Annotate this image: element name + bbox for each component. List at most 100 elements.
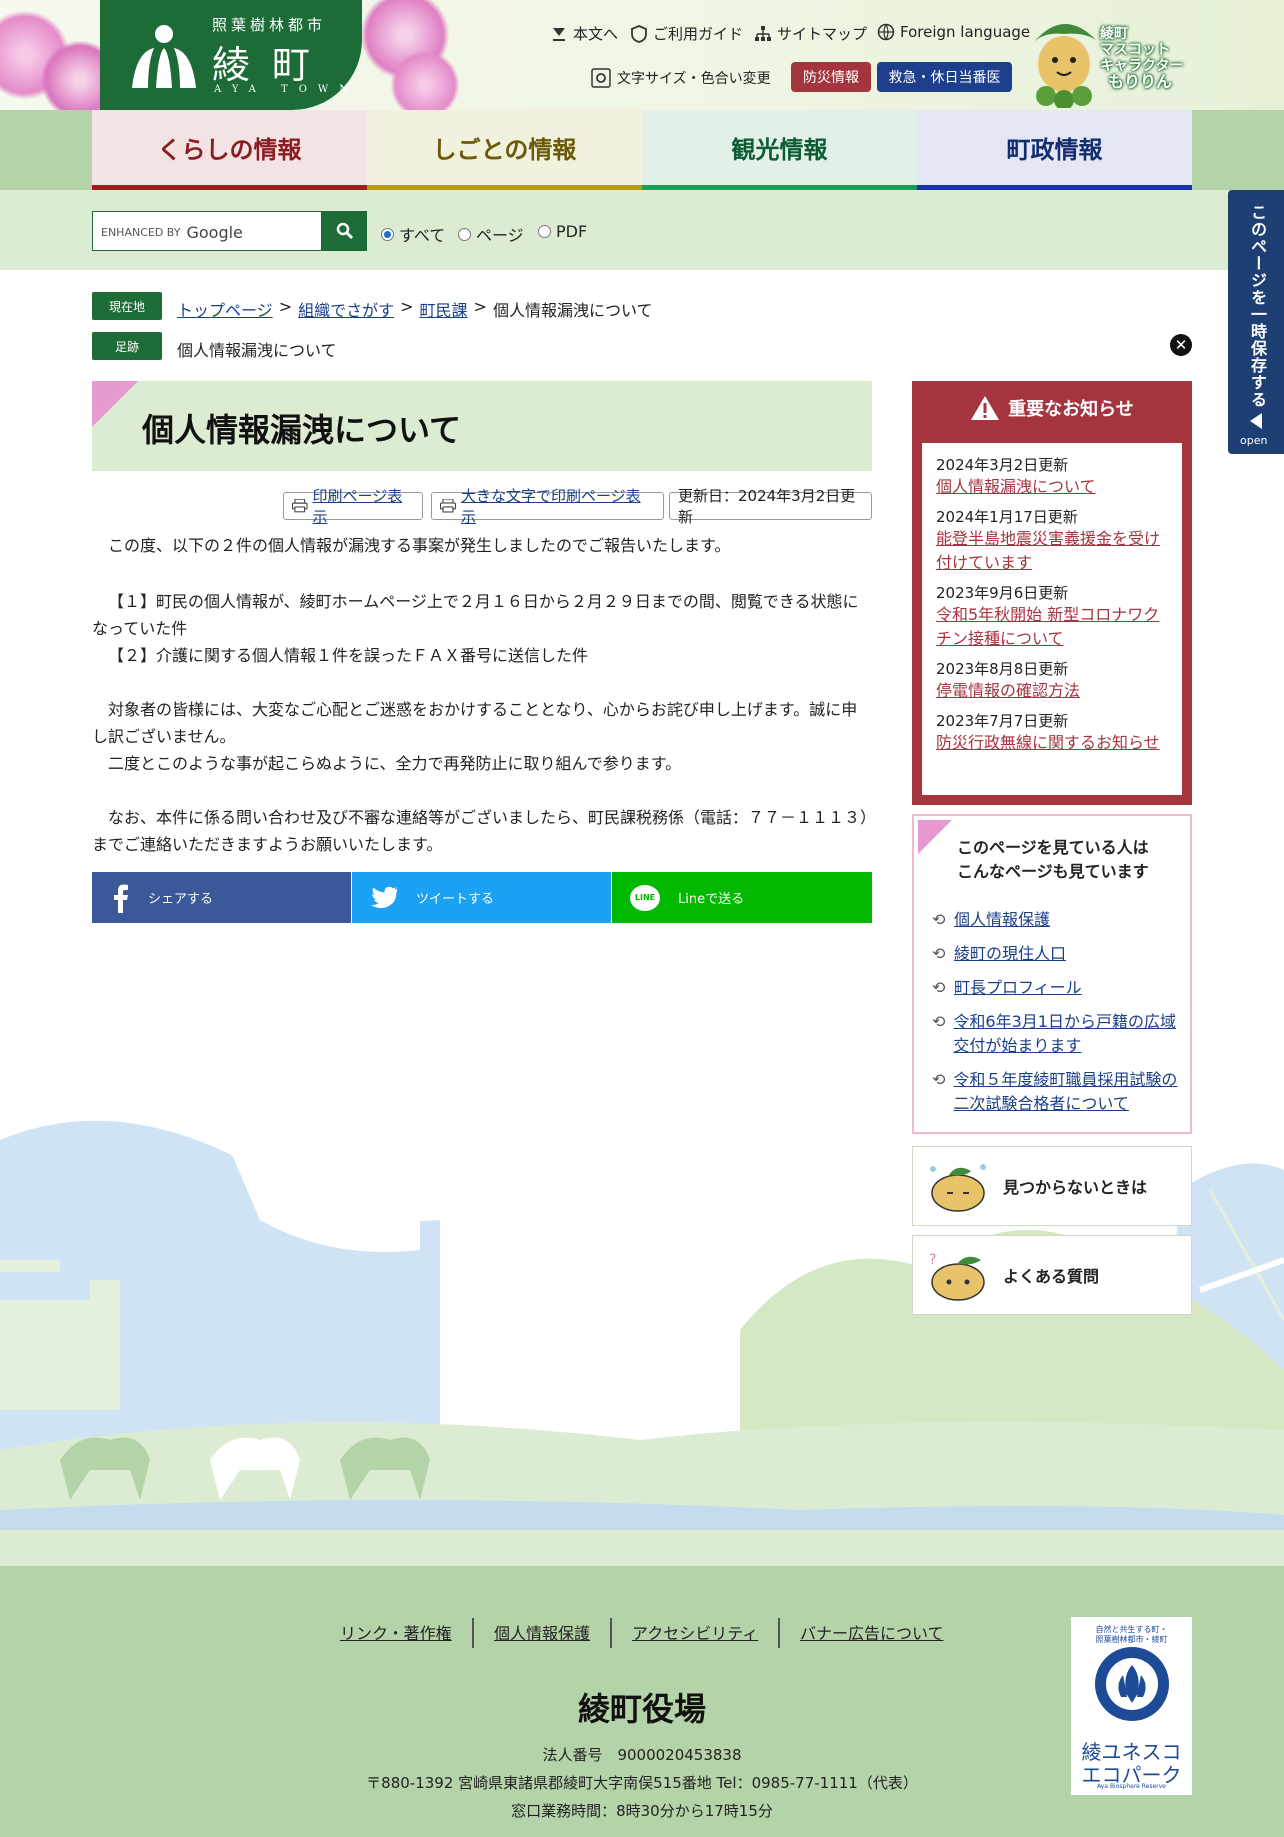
close-trail-button[interactable]: ✕ (1170, 334, 1192, 356)
sitemap-icon (755, 25, 771, 41)
aya-unesco-eco-park-banner[interactable]: 自然と共生する町・ 照葉樹林都市・綾町 綾ユネスコ エコパーク Aya Bios… (1071, 1617, 1192, 1795)
search-area: ENHANCED BY Google すべて ページ PDF (0, 190, 1284, 270)
also-viewed-link[interactable]: 令和6年3月1日から戸籍の広域交付が始まります (953, 1010, 1182, 1058)
breadcrumb-current: 個人情報漏洩について (492, 301, 653, 320)
search-scope-page-radio[interactable]: ページ (458, 222, 524, 246)
logo-english-name: AYA TOWN (214, 84, 359, 95)
close-icon: ✕ (1174, 335, 1188, 354)
print-page-button[interactable]: 印刷ページ表示 (283, 487, 423, 526)
mascot-moririn-icon[interactable] (1024, 12, 1104, 108)
eco-park-emblem-icon (1095, 1647, 1169, 1721)
search-input[interactable]: ENHANCED BY Google (92, 211, 322, 251)
radio-unchecked-icon (458, 227, 471, 241)
usage-guide-link[interactable]: ご利用ガイド (630, 23, 743, 44)
twitter-share-button[interactable]: ツイートする (352, 872, 611, 923)
also-viewed-corner-decoration (918, 820, 952, 854)
foreign-language-link[interactable]: Foreign language (877, 23, 1030, 41)
faq-label: よくある質問 (1003, 1267, 1100, 1286)
footer-link[interactable]: バナー広告について (800, 1620, 944, 1644)
sitemap-link[interactable]: サイトマップ (754, 23, 867, 44)
shield-icon (631, 24, 647, 43)
refresh-icon: ⟲ (932, 944, 946, 963)
nav-tab-tourism[interactable]: 観光情報 (642, 110, 917, 190)
refresh-icon: ⟲ (932, 910, 946, 929)
breadcrumb-link[interactable]: 町民課 (420, 297, 468, 321)
notice-link[interactable]: 令和5年秋開始 新型コロナワクチン接種について (936, 603, 1168, 651)
print-large-button[interactable]: 大きな文字で印刷ページ表示 (431, 487, 664, 526)
notice-link[interactable]: 防災行政無線に関するお知らせ (936, 731, 1168, 755)
save-page-label: このページを一時保存する (1248, 204, 1267, 408)
faq-button[interactable]: ? よくある質問 (912, 1235, 1192, 1315)
search-scope-pdf-radio[interactable]: PDF (538, 222, 587, 241)
search-scope-pdf-label: PDF (556, 222, 588, 241)
notice-date: 2024年3月2日更新 (936, 456, 1069, 474)
refresh-icon: ⟲ (932, 1012, 946, 1031)
trail-item[interactable]: 個人情報漏洩について (177, 337, 337, 361)
disaster-info-button[interactable]: 防災情報 (791, 62, 871, 92)
search-button[interactable] (322, 211, 367, 251)
also-viewed-title: このページを見ている人は こんなページも見ています (957, 838, 1149, 881)
updated-date: 更新日：2024年3月2日更新 (669, 487, 872, 526)
notice-title: 重要なお知らせ (1008, 399, 1134, 420)
print-page-link[interactable]: 印刷ページ表示 (313, 485, 414, 527)
printer-icon (292, 499, 308, 513)
logo-town-name[interactable]: 綾町 (212, 34, 332, 89)
also-viewed-item: ⟲ 令和6年3月1日から戸籍の広域交付が始まります (932, 1010, 1182, 1058)
breadcrumb-separator: > (473, 297, 487, 316)
save-page-side-tab[interactable]: このページを一時保存する open (1228, 190, 1284, 454)
also-viewed-item: ⟲ 綾町の現住人口 (932, 942, 1182, 966)
site-header: 照葉樹林都市 綾町 AYA TOWN 本文へ ご利用ガイド サイトマップ For… (0, 0, 1284, 110)
page-title: 個人情報漏洩について (142, 411, 462, 449)
notice-link[interactable]: 能登半島地震災害義援金を受け付けています (936, 527, 1168, 575)
breadcrumb-link[interactable]: 組織でさがす (298, 297, 394, 321)
also-viewed-item: ⟲ 町長プロフィール (932, 976, 1182, 1000)
breadcrumb-current-tag: 現在地 (92, 292, 162, 320)
google-branding: ENHANCED BY Google (101, 223, 243, 242)
aya-town-emblem-icon[interactable] (128, 22, 200, 90)
footer-link[interactable]: 個人情報保護 (494, 1620, 590, 1644)
radio-checked-icon (381, 227, 394, 241)
search-scope-all-radio[interactable]: すべて (381, 222, 445, 246)
footer-separator (778, 1618, 780, 1648)
skip-to-content-link[interactable]: 本文へ (550, 23, 618, 44)
save-page-open-label: open (1240, 434, 1268, 447)
footer-separator (472, 1618, 474, 1648)
gear-icon (591, 68, 611, 88)
facebook-share-button[interactable]: シェアする (92, 872, 351, 923)
refresh-icon: ⟲ (932, 1070, 946, 1089)
not-found-help-label: 見つからないときは (1003, 1178, 1148, 1197)
search-icon (336, 222, 353, 240)
also-viewed-link[interactable]: 綾町の現住人口 (954, 942, 1066, 966)
also-viewed-link[interactable]: 令和５年度綾町職員採用試験の二次試験合格者について (953, 1068, 1182, 1116)
sitemap-label: サイトマップ (777, 25, 868, 43)
triangle-left-icon (1250, 413, 1262, 429)
notice-date: 2023年7月7日更新 (936, 712, 1069, 730)
breadcrumb-trail-tag: 足跡 (92, 332, 162, 360)
also-viewed-link[interactable]: 個人情報保護 (954, 908, 1050, 932)
nav-tab-living[interactable]: くらしの情報 (92, 110, 367, 190)
also-viewed-panel: このページを見ている人は こんなページも見ています ⟲ 個人情報保護 ⟲ 綾町の現住… (912, 814, 1192, 1134)
page-title-box: 個人情報漏洩について (92, 381, 872, 471)
nav-tab-work[interactable]: しごとの情報 (367, 110, 642, 190)
footer-separator (610, 1618, 612, 1648)
nav-tab-administration[interactable]: 町政情報 (917, 110, 1192, 190)
google-branding-name: Google (186, 223, 243, 242)
mascot-caption-line: マスコット (1100, 42, 1170, 58)
notice-link[interactable]: 停電情報の確認方法 (936, 679, 1168, 703)
logo-tagline: 照葉樹林都市 (212, 16, 327, 34)
line-share-button[interactable]: LINE Lineで送る (612, 872, 872, 923)
also-viewed-link[interactable]: 町長プロフィール (954, 976, 1082, 1000)
usage-guide-label: ご利用ガイド (653, 25, 744, 43)
facebook-share-label: シェアする (148, 892, 214, 907)
skip-to-content-label: 本文へ (573, 25, 619, 43)
print-large-link[interactable]: 大きな文字で印刷ページ表示 (461, 485, 655, 527)
not-found-help-button[interactable]: 見つからないときは (912, 1146, 1192, 1226)
breadcrumb: トップページ > 組織でさがす > 町民課 > 個人情報漏洩について (177, 297, 652, 321)
emergency-doctor-button[interactable]: 救急・休日当番医 (877, 62, 1012, 92)
footer-link[interactable]: リンク・著作権 (340, 1620, 452, 1644)
text-size-color-link[interactable]: 文字サイズ・色合い変更 (591, 68, 771, 88)
facebook-icon (114, 884, 128, 913)
breadcrumb-link[interactable]: トップページ (177, 297, 273, 321)
footer-link[interactable]: アクセシビリティ (632, 1620, 758, 1644)
notice-link[interactable]: 個人情報漏洩について (936, 475, 1168, 499)
